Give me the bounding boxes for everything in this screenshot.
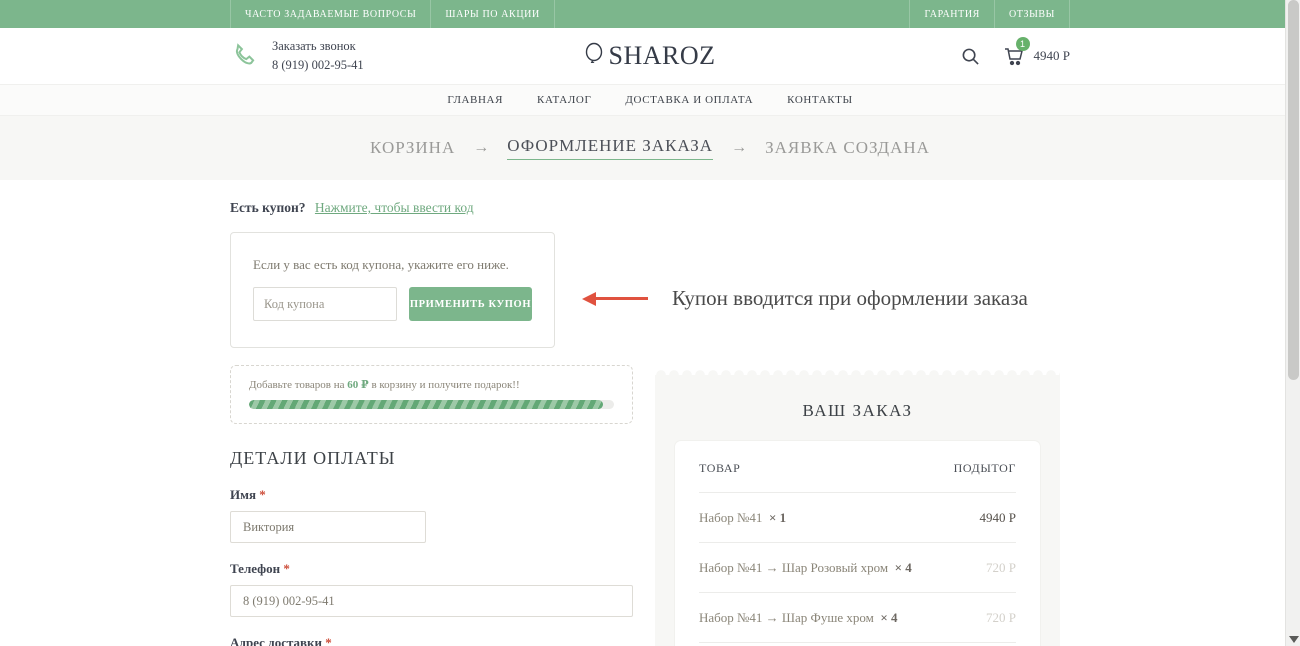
scrollbar-down-arrow-icon[interactable] xyxy=(1289,636,1299,643)
order-item-name: Набор №41 → Шар Фуше хром × 4 xyxy=(699,608,934,628)
breadcrumb-step[interactable]: ОФОРМЛЕНИЕ ЗАКАЗА xyxy=(507,136,713,160)
topbar-link[interactable]: ОТЗЫВЫ xyxy=(995,0,1070,28)
field-label: Адрес доставки * xyxy=(230,635,633,646)
topbar-right-links: ГАРАНТИЯОТЗЫВЫ xyxy=(909,0,1070,28)
order-row: Набор №41 → Шар Фуше хром × 4 720 Р xyxy=(699,593,1016,643)
apply-coupon-button[interactable]: ПРИМЕНИТЬ КУПОН xyxy=(409,287,532,321)
cart-button[interactable]: 1 4940 Р xyxy=(1002,45,1070,67)
order-item-price: 720 Р xyxy=(986,558,1016,578)
search-icon[interactable] xyxy=(961,47,980,66)
field-input[interactable] xyxy=(230,585,633,617)
annotation-text: Купон вводится при оформлении заказа xyxy=(672,286,1028,311)
coupon-form: Если у вас есть код купона, укажите его … xyxy=(230,232,555,348)
main-nav: ГЛАВНАЯ КАТАЛОГ ДОСТАВКА И ОПЛАТА КОНТАКТЫ xyxy=(0,84,1300,116)
cart-count-badge: 1 xyxy=(1016,37,1030,51)
form-field: Адрес доставки * xyxy=(230,635,633,646)
topbar-left-links: ЧАСТО ЗАДАВАЕМЫЕ ВОПРОСЫШАРЫ ПО АКЦИИ xyxy=(230,0,555,28)
coupon-hint: Если у вас есть код купона, укажите его … xyxy=(253,257,532,273)
gift-amount: 60 ₽ xyxy=(347,379,368,391)
order-row: Набор №41 → Шар Розовый хром × 4 720 Р xyxy=(699,543,1016,593)
gift-progress-fill xyxy=(249,400,603,409)
coupon-annotation: Купон вводится при оформлении заказа xyxy=(582,286,1028,311)
order-item-qty: × 1 xyxy=(769,510,786,525)
field-label-text: Телефон xyxy=(230,561,283,576)
breadcrumb-step[interactable]: КОРЗИНА xyxy=(370,138,455,158)
logo-text: SHAROZ xyxy=(608,41,715,71)
order-col-subtotal: ПОДЫТОГ xyxy=(954,461,1016,476)
header-phone-number[interactable]: 8 (919) 002-95-41 xyxy=(272,56,364,75)
coupon-question: Есть купон? xyxy=(230,200,306,215)
field-input[interactable] xyxy=(230,511,426,543)
form-field: Имя * xyxy=(230,487,633,543)
logo[interactable]: SHAROZ xyxy=(510,41,790,71)
breadcrumb-arrow-icon: → xyxy=(473,139,489,157)
order-item-title: Набор №41 xyxy=(699,510,769,525)
checkout-breadcrumb: КОРЗИНА → ОФОРМЛЕНИЕ ЗАКАЗА → ЗАЯВКА СОЗДАНА xyxy=(0,116,1300,180)
nav-item[interactable]: КАТАЛОГ xyxy=(537,94,591,106)
top-utility-bar: ЧАСТО ЗАДАВАЕМЫЕ ВОПРОСЫШАРЫ ПО АКЦИИ ГА… xyxy=(0,0,1300,28)
site-header: Заказать звонок 8 (919) 002-95-41 SHAROZ xyxy=(0,28,1300,84)
gift-text-before: Добавьте товаров на xyxy=(249,379,347,391)
vertical-scrollbar[interactable] xyxy=(1285,0,1300,646)
scrollbar-thumb[interactable] xyxy=(1288,0,1299,380)
order-item-name: Набор №41 × 1 xyxy=(699,508,934,528)
order-rows: Набор №41 × 1 4940 Р Набор №41 → Шар Розов… xyxy=(699,493,1016,646)
required-asterisk: * xyxy=(325,635,332,646)
gift-progress-banner: Добавьте товаров на 60 ₽ в корзину и пол… xyxy=(230,365,633,424)
order-item-title: Набор №41 → Шар Фуше хром xyxy=(699,610,880,625)
coupon-code-input[interactable] xyxy=(253,287,397,321)
receipt-scallop-edge xyxy=(655,365,1060,375)
order-item-price: 4940 Р xyxy=(980,508,1016,528)
topbar-link[interactable]: ГАРАНТИЯ xyxy=(909,0,994,28)
field-label: Имя * xyxy=(230,487,633,503)
gift-text-after: в корзину и получите подарок!! xyxy=(369,379,520,391)
required-asterisk: * xyxy=(259,487,266,502)
order-col-product: ТОВАР xyxy=(699,461,740,476)
field-label-text: Адрес доставки xyxy=(230,635,325,646)
callback-label[interactable]: Заказать звонок xyxy=(272,37,364,56)
order-item-name: Набор №41 → Шар Розовый хром × 4 xyxy=(699,558,934,578)
field-label: Телефон * xyxy=(230,561,633,577)
red-arrow-left-icon xyxy=(582,292,648,306)
order-item-title: Набор №41 → Шар Розовый хром xyxy=(699,560,895,575)
order-row: Набор №41 × 1 4940 Р xyxy=(699,493,1016,543)
order-item-qty: × 4 xyxy=(880,610,897,625)
field-label-text: Имя xyxy=(230,487,259,502)
topbar-link[interactable]: ЧАСТО ЗАДАВАЕМЫЕ ВОПРОСЫ xyxy=(230,0,431,28)
gift-progress-track xyxy=(249,400,614,409)
billing-form: Имя *Телефон *Адрес доставки * xyxy=(230,487,633,646)
form-field: Телефон * xyxy=(230,561,633,617)
cart-total: 4940 Р xyxy=(1034,48,1070,64)
nav-item[interactable]: ГЛАВНАЯ xyxy=(447,94,503,106)
topbar-link[interactable]: ШАРЫ ПО АКЦИИ xyxy=(431,0,554,28)
balloon-logo-icon xyxy=(584,42,606,70)
main-content: Есть купон? Нажмите, чтобы ввести код Ес… xyxy=(230,180,1070,646)
billing-details-title: ДЕТАЛИ ОПЛАТЫ xyxy=(230,448,633,469)
phone-icon xyxy=(230,41,260,71)
order-card: ТОВАР ПОДЫТОГ Набор №41 × 14940 РНабор №… xyxy=(675,441,1040,646)
order-item-qty: × 4 xyxy=(895,560,912,575)
breadcrumb-step[interactable]: ЗАЯВКА СОЗДАНА xyxy=(765,138,930,158)
nav-item[interactable]: КОНТАКТЫ xyxy=(787,94,853,106)
required-asterisk: * xyxy=(283,561,290,576)
coupon-toggle-link[interactable]: Нажмите, чтобы ввести код xyxy=(315,200,474,215)
order-item-price: 720 Р xyxy=(986,608,1016,628)
order-summary: ВАШ ЗАКАЗ ТОВАР ПОДЫТОГ Набор №41 × 1 494… xyxy=(655,365,1060,646)
breadcrumb-arrow-icon: → xyxy=(731,139,747,157)
callback-block[interactable]: Заказать звонок 8 (919) 002-95-41 xyxy=(230,37,510,75)
nav-item[interactable]: ДОСТАВКА И ОПЛАТА xyxy=(625,94,753,106)
order-title: ВАШ ЗАКАЗ xyxy=(675,401,1040,421)
